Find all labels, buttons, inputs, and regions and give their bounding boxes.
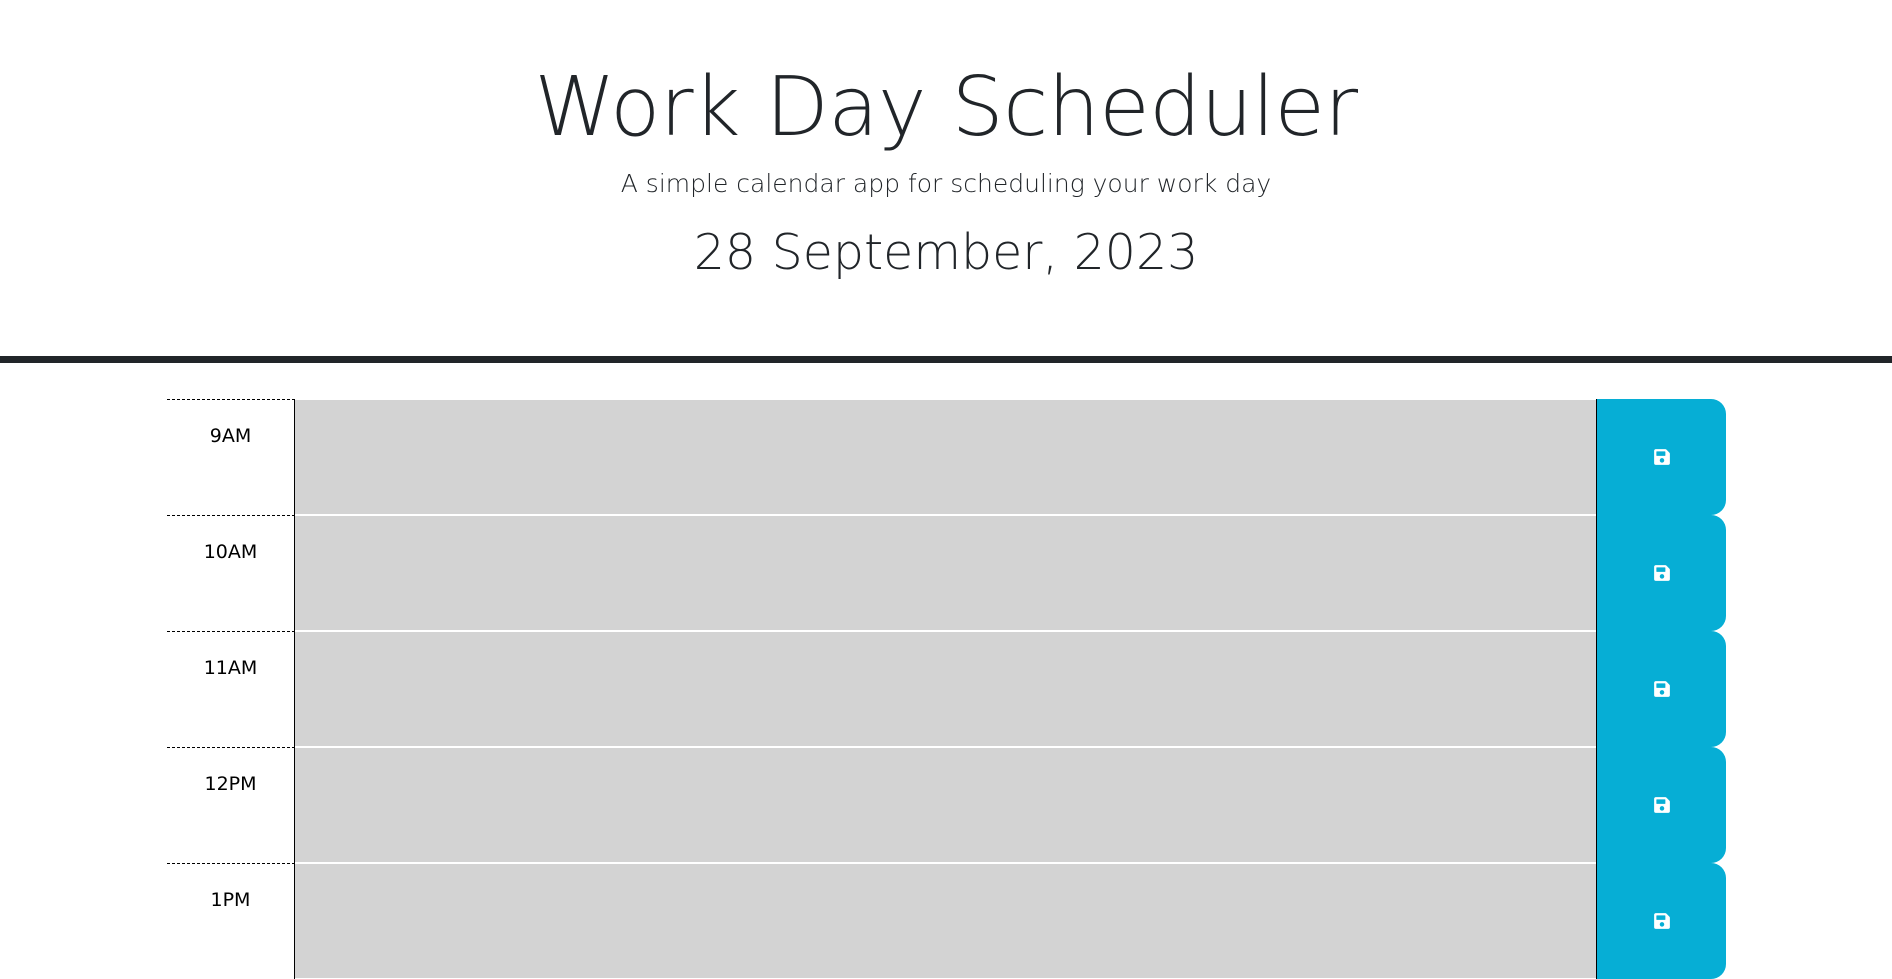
time-block-11am: 11AM <box>167 631 1727 747</box>
save-icon <box>1653 449 1670 465</box>
page-subtitle: A simple calendar app for scheduling you… <box>620 169 1272 198</box>
save-icon <box>1653 913 1670 929</box>
save-button[interactable] <box>1596 399 1726 515</box>
hour-label: 11AM <box>167 631 295 747</box>
save-button[interactable] <box>1596 515 1726 631</box>
save-icon <box>1653 565 1670 581</box>
header: Work Day Scheduler A simple calendar app… <box>0 0 1892 363</box>
hour-label: 9AM <box>167 399 295 515</box>
event-description-input[interactable] <box>295 631 1596 747</box>
hour-label: 1PM <box>167 863 295 979</box>
time-block-10am: 10AM <box>167 515 1727 631</box>
time-block-9am: 9AM <box>167 399 1727 515</box>
hour-label: 10AM <box>167 515 295 631</box>
page-title: Work Day Scheduler <box>534 60 1358 155</box>
save-button[interactable] <box>1596 631 1726 747</box>
save-button[interactable] <box>1596 747 1726 863</box>
current-date: 28 September, 2023 <box>693 224 1199 281</box>
event-description-input[interactable] <box>295 515 1596 631</box>
event-description-input[interactable] <box>295 863 1596 979</box>
save-button[interactable] <box>1596 863 1726 979</box>
save-icon <box>1653 681 1670 697</box>
save-icon <box>1653 797 1670 813</box>
schedule-container: 9AM 10AM 11AM 12PM 1PM <box>167 399 1727 979</box>
time-block-12pm: 12PM <box>167 747 1727 863</box>
hour-label: 12PM <box>167 747 295 863</box>
event-description-input[interactable] <box>295 399 1596 515</box>
time-block-1pm: 1PM <box>167 863 1727 979</box>
event-description-input[interactable] <box>295 747 1596 863</box>
